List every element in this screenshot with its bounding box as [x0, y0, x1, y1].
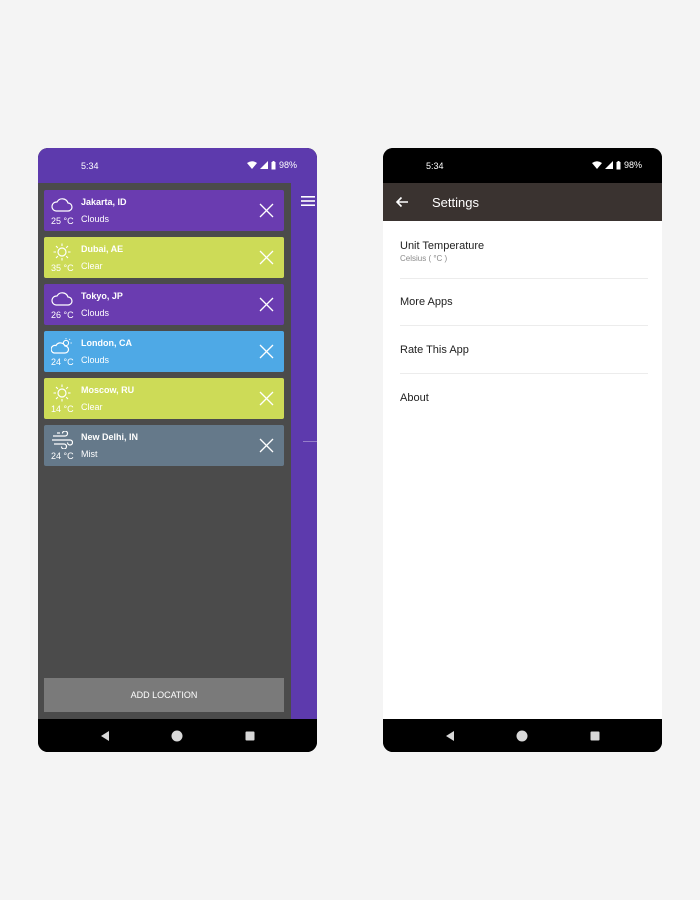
back-nav-icon[interactable]: [98, 729, 112, 743]
location-temperature: 24 °C: [51, 451, 74, 461]
location-condition: Clouds: [81, 308, 110, 318]
setting-rate-app[interactable]: Rate This App: [400, 344, 648, 356]
close-icon[interactable]: [259, 203, 274, 218]
sun-icon: [51, 243, 73, 261]
back-arrow-icon[interactable]: [395, 195, 409, 209]
location-city: New Delhi, IN: [81, 432, 139, 442]
divider: [400, 373, 648, 374]
setting-label: Unit Temperature: [400, 240, 485, 252]
add-location-button[interactable]: ADD LOCATION: [44, 678, 284, 712]
location-card[interactable]: 25 °C Jakarta, ID Clouds: [44, 190, 284, 231]
close-icon[interactable]: [259, 438, 274, 453]
divider: [400, 278, 648, 279]
location-temperature: 26 °C: [51, 310, 74, 320]
back-nav-icon[interactable]: [443, 729, 457, 743]
setting-value: Celsius ( °C ): [400, 254, 448, 263]
sun-icon: [51, 384, 73, 402]
location-city: Dubai, AE: [81, 244, 124, 254]
recents-nav-icon[interactable]: [243, 729, 257, 743]
wifi-icon: [591, 161, 602, 169]
location-card[interactable]: 35 °C Dubai, AE Clear: [44, 237, 284, 278]
location-card[interactable]: 26 °C Tokyo, JP Clouds: [44, 284, 284, 325]
cloud-icon: [51, 196, 73, 214]
signal-icon: [604, 161, 613, 169]
location-condition: Mist: [81, 449, 98, 459]
status-icons: 98%: [591, 160, 642, 170]
setting-unit-temperature[interactable]: Unit Temperature Celsius ( °C ): [400, 240, 648, 263]
location-list: 25 °C Jakarta, ID Clouds 35 °C Dubai, AE Clea…: [44, 190, 284, 472]
battery-level: 98%: [623, 160, 642, 170]
status-bar: 5:34 98%: [38, 148, 317, 183]
status-time: 5:34: [426, 161, 444, 171]
close-icon[interactable]: [259, 250, 274, 265]
wifi-icon: [246, 161, 257, 169]
phone-weather-list: 5:34 98% 25 °C Jakarta, ID Clouds 35 °C Duba…: [38, 148, 317, 752]
recents-nav-icon[interactable]: [588, 729, 602, 743]
location-card[interactable]: 24 °C London, CA Clouds: [44, 331, 284, 372]
wind-icon: [51, 430, 74, 450]
battery-level: 98%: [278, 160, 297, 170]
location-temperature: 35 °C: [51, 263, 74, 273]
page-title: Settings: [432, 195, 479, 210]
status-bar: 5:34 98%: [383, 148, 662, 183]
divider: [400, 325, 648, 326]
setting-more-apps[interactable]: More Apps: [400, 296, 648, 308]
location-card[interactable]: 24 °C New Delhi, IN Mist: [44, 425, 284, 466]
nav-bar: [383, 719, 662, 752]
location-temperature: 24 °C: [51, 357, 74, 367]
status-icons: 98%: [246, 160, 297, 170]
location-temperature: 14 °C: [51, 404, 74, 414]
close-icon[interactable]: [259, 344, 274, 359]
location-city: Jakarta, ID: [81, 197, 127, 207]
location-condition: Clouds: [81, 214, 110, 224]
divider: [303, 441, 317, 442]
location-condition: Clouds: [81, 355, 110, 365]
setting-about[interactable]: About: [400, 392, 648, 404]
location-city: Tokyo, JP: [81, 291, 123, 301]
location-temperature: 25 °C: [51, 216, 74, 226]
location-drawer: 25 °C Jakarta, ID Clouds 35 °C Dubai, AE Clea…: [38, 183, 291, 719]
main-content-edge: [291, 183, 317, 719]
close-icon[interactable]: [259, 391, 274, 406]
app-bar: Settings: [383, 183, 662, 221]
cloud-icon: [51, 290, 73, 308]
location-city: Moscow, RU: [81, 385, 135, 395]
status-time: 5:34: [81, 161, 99, 171]
menu-icon[interactable]: [301, 194, 315, 208]
location-condition: Clear: [81, 402, 103, 412]
home-nav-icon[interactable]: [170, 729, 184, 743]
setting-label: Rate This App: [400, 344, 469, 356]
cloud-sun-icon: [50, 337, 73, 355]
setting-label: More Apps: [400, 296, 453, 308]
location-condition: Clear: [81, 261, 103, 271]
setting-label: About: [400, 392, 429, 404]
settings-list: Unit Temperature Celsius ( °C ) More App…: [383, 221, 662, 719]
location-card[interactable]: 14 °C Moscow, RU Clear: [44, 378, 284, 419]
signal-icon: [259, 161, 268, 169]
home-nav-icon[interactable]: [515, 729, 529, 743]
close-icon[interactable]: [259, 297, 274, 312]
location-city: London, CA: [81, 338, 132, 348]
battery-icon: [271, 160, 276, 169]
nav-bar: [38, 719, 317, 752]
battery-icon: [616, 160, 621, 169]
phone-settings: 5:34 98% Settings Unit Temperature Celsi…: [383, 148, 662, 752]
